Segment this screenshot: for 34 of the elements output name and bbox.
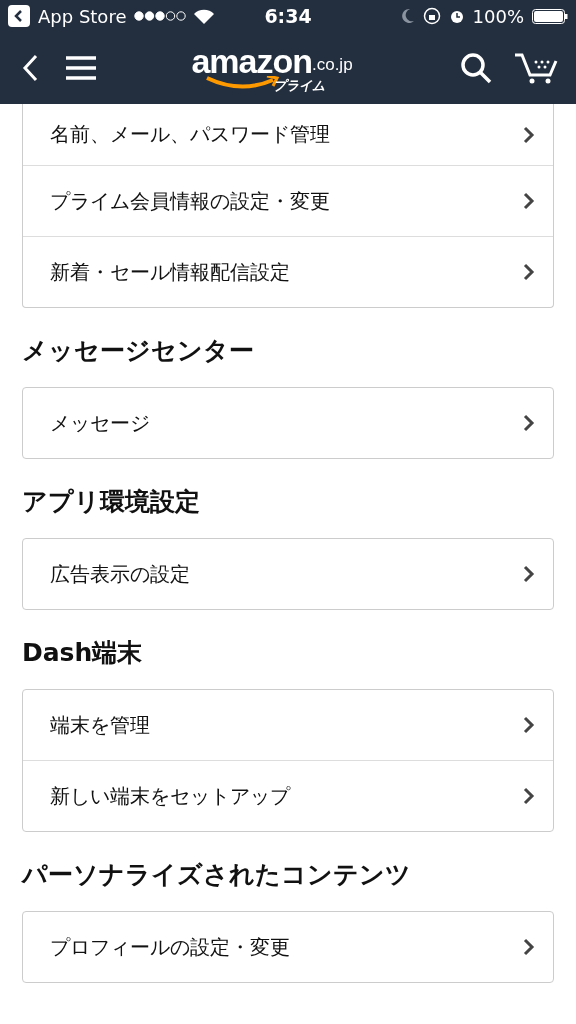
amazon-logo[interactable]: amazon.co.jp プライム bbox=[191, 44, 353, 92]
signal-icon bbox=[134, 11, 187, 21]
settings-row[interactable]: プライム会員情報の設定・変更 bbox=[23, 165, 553, 236]
chevron-icon bbox=[523, 787, 535, 805]
section-heading: アプリ環境設定 bbox=[22, 486, 201, 518]
section-heading: パーソナライズされたコンテンツ bbox=[22, 859, 412, 891]
chevron-icon bbox=[523, 263, 535, 281]
settings-row[interactable]: 名前、メール、パスワード管理 bbox=[23, 104, 553, 165]
settings-row[interactable]: プロフィールの設定・変更 bbox=[23, 912, 553, 982]
settings-row[interactable]: 新着・セール情報配信設定 bbox=[23, 236, 553, 307]
settings-row[interactable]: 端末を管理 bbox=[23, 690, 553, 760]
back-icon bbox=[8, 5, 30, 27]
back-app-label[interactable]: App Store bbox=[38, 5, 127, 27]
settings-row[interactable]: 広告表示の設定 bbox=[23, 539, 553, 609]
wifi-icon bbox=[194, 8, 215, 24]
moon-icon bbox=[400, 8, 415, 24]
settings-row[interactable]: 新しい端末をセットアップ bbox=[23, 760, 553, 831]
battery-percent: 100% bbox=[472, 5, 524, 27]
alarm-icon bbox=[448, 8, 465, 24]
chevron-icon bbox=[523, 716, 535, 734]
battery-icon bbox=[532, 8, 568, 24]
section-heading: Dash端末 bbox=[22, 637, 144, 669]
section-heading: メッセージセンター bbox=[22, 335, 255, 367]
chevron-icon bbox=[523, 192, 535, 210]
chevron-icon bbox=[523, 938, 535, 956]
menu-button[interactable] bbox=[66, 56, 96, 80]
search-button[interactable] bbox=[460, 52, 492, 84]
chevron-icon bbox=[523, 414, 535, 432]
chevron-icon bbox=[523, 565, 535, 583]
clock-time: 6:34 bbox=[264, 5, 312, 27]
chevron-icon bbox=[523, 125, 535, 144]
settings-row[interactable]: メッセージ bbox=[23, 388, 553, 458]
back-button[interactable] bbox=[22, 54, 38, 82]
cart-button[interactable] bbox=[514, 52, 558, 84]
